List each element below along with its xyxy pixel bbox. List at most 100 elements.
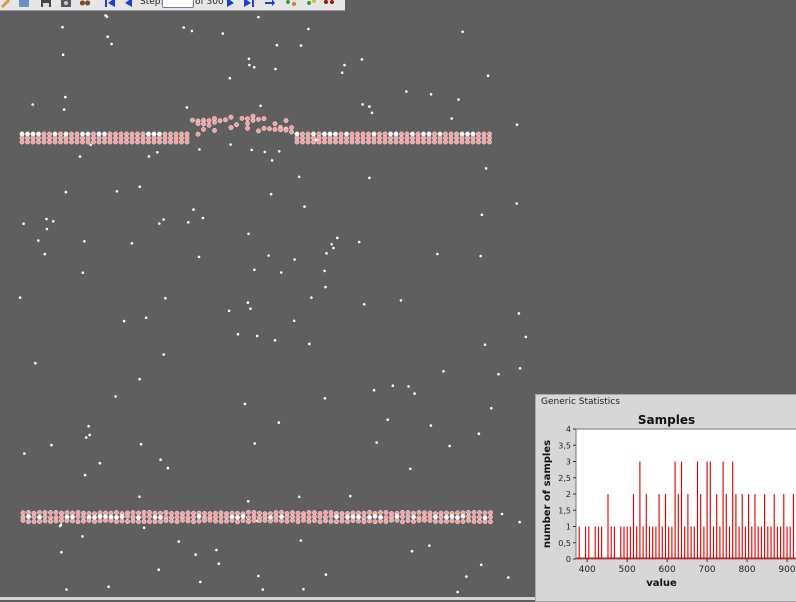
camera-icon[interactable] [60, 0, 72, 8]
particle [344, 139, 349, 145]
particle [146, 139, 151, 145]
particle [125, 513, 130, 519]
particle [289, 125, 294, 131]
fast-forward-icon[interactable] [243, 0, 255, 8]
particle [459, 131, 465, 137]
dots-icon[interactable] [323, 0, 335, 8]
particle [330, 243, 333, 246]
particle [34, 361, 37, 365]
particle [243, 402, 247, 406]
particle [81, 535, 84, 538]
particle [135, 139, 140, 145]
particle [415, 131, 421, 137]
layout-icon[interactable] [18, 0, 30, 8]
particle [20, 517, 26, 523]
particle [444, 514, 449, 520]
particle [466, 518, 471, 523]
particle [432, 135, 437, 141]
particle [163, 518, 169, 523]
arrow-right-icon[interactable] [264, 0, 276, 8]
particle [284, 514, 290, 520]
particle [497, 372, 500, 376]
particle [88, 433, 91, 437]
particle [377, 131, 382, 137]
particle [470, 139, 476, 145]
particle [75, 514, 81, 519]
particle [92, 514, 97, 520]
y-tick-label: 3,5 [558, 441, 571, 450]
particle [301, 517, 306, 523]
particle [50, 443, 53, 447]
particle [206, 118, 212, 124]
particle [488, 519, 493, 525]
particle [517, 312, 521, 315]
particle [274, 67, 277, 71]
particle [279, 509, 284, 515]
particle [147, 514, 152, 519]
particle [102, 139, 107, 145]
particle [63, 139, 69, 145]
particle [235, 510, 240, 516]
particle [185, 106, 189, 109]
rewind-icon[interactable] [104, 0, 116, 8]
step-forward-icon[interactable] [225, 0, 237, 8]
particle [361, 510, 367, 516]
particle [370, 111, 374, 115]
particle [152, 514, 158, 520]
particle [185, 510, 191, 516]
particle [481, 135, 487, 141]
particle [305, 135, 311, 141]
particle [306, 514, 312, 520]
particle [426, 131, 432, 137]
particle [289, 129, 294, 135]
particle [173, 139, 179, 145]
particle [366, 131, 371, 137]
particle [41, 135, 47, 141]
particle [152, 519, 158, 524]
particle [437, 139, 443, 145]
particle [338, 131, 344, 137]
particle [198, 148, 201, 151]
particle [377, 135, 382, 141]
particle [246, 519, 251, 524]
particle [311, 135, 316, 141]
particle [316, 135, 322, 141]
particle [404, 139, 410, 145]
particle [323, 518, 328, 524]
particle [461, 30, 464, 34]
particle [311, 139, 316, 145]
particle [108, 518, 114, 523]
step-select[interactable] [162, 0, 194, 8]
x-tick-label: 600 [659, 565, 676, 575]
particle [252, 66, 256, 69]
binoculars-icon[interactable] [79, 0, 91, 8]
edit-icon[interactable] [0, 0, 12, 8]
particle [110, 42, 113, 46]
particle [333, 135, 338, 141]
particle [221, 32, 225, 35]
particle [140, 131, 146, 137]
particle [162, 135, 168, 141]
particle [437, 135, 443, 141]
particle [147, 155, 151, 158]
particle [92, 518, 97, 524]
plot-area [575, 428, 796, 560]
particle [261, 588, 265, 591]
particle [156, 151, 159, 154]
step-back-icon[interactable] [122, 0, 134, 8]
particle [168, 139, 173, 145]
particle [91, 135, 96, 141]
particles-icon[interactable] [285, 0, 297, 8]
particle [299, 539, 303, 542]
save-icon[interactable] [40, 0, 52, 8]
particle [459, 135, 465, 141]
particle [158, 222, 161, 225]
particle [235, 519, 240, 525]
particle [312, 518, 317, 523]
particle [322, 135, 327, 141]
particles-add-icon[interactable] [305, 0, 317, 8]
particle [361, 519, 367, 525]
generic-statistics-window[interactable]: Generic Statistics Samples 0 0,5 1 1,5 2 2,5 3 3… [535, 394, 796, 602]
particle [333, 139, 338, 145]
y-tick-label: 4 [566, 425, 571, 434]
